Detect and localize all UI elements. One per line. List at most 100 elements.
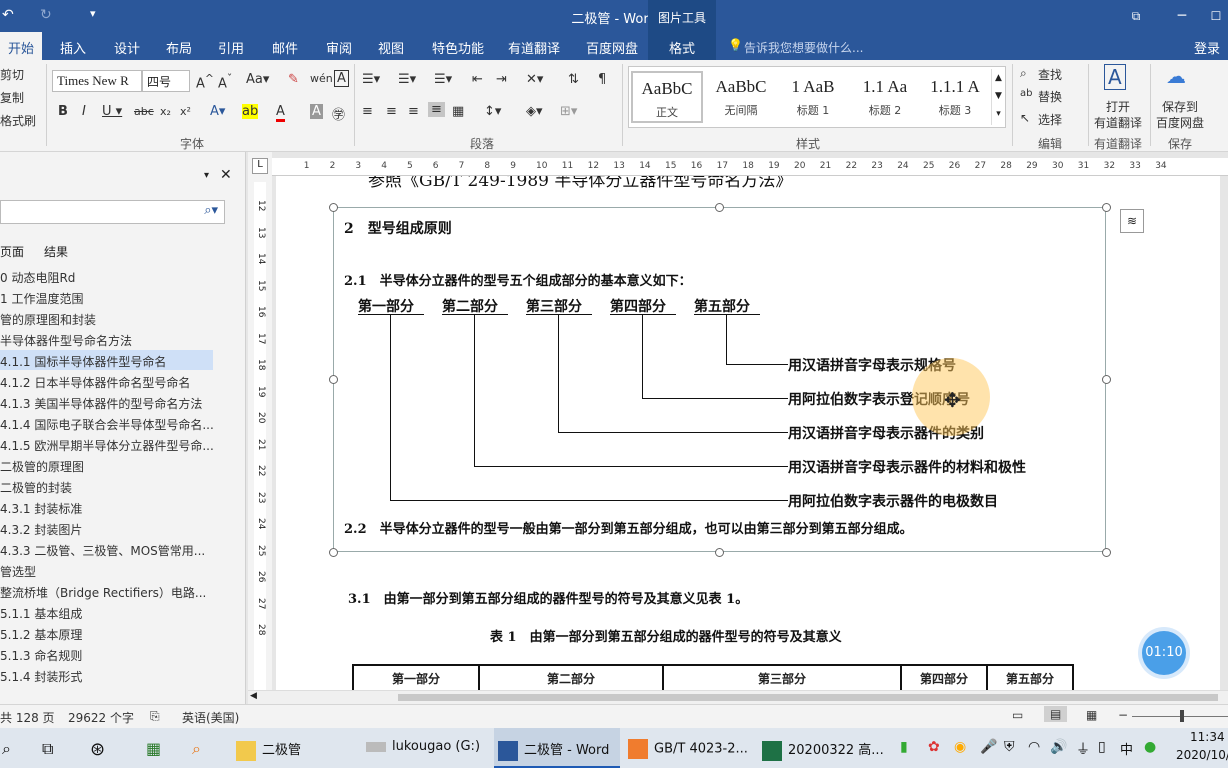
tab-mailings[interactable]: 邮件 [272, 38, 298, 57]
subscript-button[interactable]: x₂ [160, 105, 171, 118]
multilevel-list-icon[interactable]: ☰▾ [434, 72, 452, 87]
style-normal[interactable]: AaBbC 正文 [631, 71, 703, 123]
zoom-slider-thumb[interactable] [1180, 710, 1184, 722]
clock-date[interactable]: 2020/10/ [1176, 728, 1228, 768]
nav-close-icon[interactable]: ✕ [220, 167, 232, 183]
text-effects-icon[interactable]: A▾ [210, 104, 225, 119]
nav-heading-item[interactable]: 4.3.1 封装标准 [0, 497, 213, 517]
nav-heading-item[interactable]: 4.3.3 二极管、三极管、MOS管常用... [0, 539, 213, 559]
nav-heading-item[interactable]: 5.1.3 命名规则 [0, 644, 213, 664]
distributed-icon[interactable]: ▦ [452, 104, 464, 119]
nav-tab-results[interactable]: 结果 [44, 243, 68, 260]
nav-tab-pages[interactable]: 页面 [0, 243, 24, 260]
tab-features[interactable]: 特色功能 [432, 38, 484, 57]
sort-icon[interactable]: ⇅ [568, 72, 579, 87]
decrease-indent-icon[interactable]: ⇤ [472, 72, 483, 87]
line-spacing-icon[interactable]: ↕▾ [484, 104, 501, 119]
increase-indent-icon[interactable]: ⇥ [496, 72, 507, 87]
scroll-left-icon[interactable]: ◀ [250, 691, 257, 701]
resize-handle-n[interactable] [715, 203, 724, 212]
maximize-button[interactable]: ☐ [1196, 0, 1228, 32]
tab-review[interactable]: 审阅 [326, 38, 352, 57]
style-no-spacing[interactable]: AaBbC 无间隔 [705, 71, 777, 123]
nav-heading-item[interactable]: 1 工作温度范围 [0, 287, 213, 307]
recording-timer[interactable]: 01:10 [1142, 631, 1186, 675]
baidu-cloud-icon[interactable]: ☁ [1166, 64, 1186, 88]
align-right-icon[interactable]: ≡ [408, 104, 419, 119]
search-icon[interactable]: ⌕▾ [204, 203, 218, 218]
resize-handle-sw[interactable] [329, 548, 338, 557]
resize-handle-w[interactable] [329, 375, 338, 384]
layout-options-icon[interactable]: ≋ [1120, 209, 1144, 233]
tell-me-box[interactable]: 告诉我您想要做什么... [744, 39, 863, 56]
enclose-char-icon[interactable]: ㊫ [332, 104, 345, 123]
nav-options-icon[interactable]: ▾ [204, 170, 209, 181]
login-link[interactable]: 登录 [1194, 38, 1220, 57]
app-icon-1[interactable]: ⊛ [90, 728, 105, 768]
taskbar-excel[interactable]: 20200322 高... [762, 728, 884, 768]
highlight-icon[interactable]: ab [242, 104, 258, 119]
tray-battery-icon[interactable]: ▮ [900, 728, 908, 768]
nav-heading-item[interactable]: 管选型 [0, 560, 213, 580]
styles-scroll-icon[interactable]: ▲▼▾ [991, 69, 1005, 125]
bullets-icon[interactable]: ☰▾ [362, 72, 380, 87]
nav-heading-item[interactable]: 4.3.2 封装图片 [0, 518, 213, 538]
find-icon[interactable]: ⌕ [1020, 66, 1027, 81]
underline-button[interactable]: U ▾ [102, 104, 122, 119]
phonetic-guide-icon[interactable]: wén [310, 72, 333, 85]
taskbar-drive[interactable]: lukougao (G:) [366, 728, 480, 768]
tab-baidu[interactable]: 百度网盘 [586, 38, 638, 57]
tray-security-icon[interactable]: ⛨ [1004, 728, 1015, 768]
tab-selector[interactable]: L [252, 158, 268, 174]
show-marks-icon[interactable]: ¶ [598, 72, 606, 87]
nav-heading-item[interactable]: 半导体器件型号命名方法 [0, 329, 213, 349]
tray-volume-icon[interactable]: 🔊 [1050, 728, 1067, 768]
superscript-button[interactable]: x² [180, 105, 191, 118]
resize-handle-se[interactable] [1102, 548, 1111, 557]
format-painter-button[interactable]: 格式刷 [0, 112, 36, 129]
nav-search-input[interactable]: ⌕▾ [0, 200, 225, 224]
tab-design[interactable]: 设计 [114, 38, 140, 57]
read-mode-icon[interactable]: ▭ [1012, 708, 1023, 722]
proofing-icon[interactable]: ⎘ [150, 709, 160, 724]
calculator-icon[interactable]: ▦ [146, 728, 161, 768]
borders-icon[interactable]: ⊞▾ [560, 104, 577, 119]
justify-icon[interactable]: ≡ [428, 102, 445, 117]
select-button[interactable]: 选择 [1038, 111, 1062, 128]
select-icon[interactable]: ↖ [1020, 111, 1030, 125]
document-area[interactable]: 参照《GB/T 249-1989 半导体分立器件型号命名方法》 2 型号组成原则… [272, 176, 1228, 690]
clear-format-icon[interactable]: ✎ [288, 72, 299, 87]
selected-picture[interactable]: 2 型号组成原则 2.1 半导体分立器件的型号五个组成部分的基本意义如下： 第一… [333, 207, 1106, 552]
style-heading3[interactable]: 1.1.1 A 标题 3 [919, 71, 991, 123]
nav-heading-item[interactable]: 4.1.5 欧洲早期半导体分立器件型号命... [0, 434, 213, 454]
resize-handle-nw[interactable] [329, 203, 338, 212]
tab-youdao[interactable]: 有道翻译 [508, 38, 560, 57]
zoom-out-button[interactable]: − [1118, 708, 1128, 722]
align-left-icon[interactable]: ≡ [362, 104, 373, 119]
shrink-font-icon[interactable]: Aˇ [218, 72, 232, 91]
print-layout-icon[interactable]: ▤ [1044, 706, 1067, 722]
youdao-translate-icon[interactable]: A [1104, 64, 1126, 90]
nav-heading-item[interactable]: 管的原理图和封装 [0, 308, 213, 328]
nav-heading-item[interactable]: 4.1.2 日本半导体器件命名型号命名 [0, 371, 213, 391]
resize-handle-ne[interactable] [1102, 203, 1111, 212]
char-border-icon[interactable]: A [334, 70, 349, 87]
taskbar-pdf[interactable]: GB/T 4023-2... [628, 728, 748, 768]
chinese-layout-icon[interactable]: ✕▾ [526, 72, 543, 87]
tab-format[interactable]: 格式 [648, 32, 716, 60]
tab-view[interactable]: 视图 [378, 38, 404, 57]
font-name-box[interactable]: Times New R [52, 70, 142, 92]
style-heading2[interactable]: 1.1 Aa 标题 2 [849, 71, 921, 123]
tab-home[interactable]: 开始 [0, 32, 42, 60]
nav-heading-item[interactable]: 4.1.3 美国半导体器件的型号命名方法 [0, 392, 213, 412]
replace-button[interactable]: 替换 [1038, 88, 1062, 105]
cut-button[interactable]: 剪切 [0, 66, 24, 83]
ribbon-display-options-icon[interactable]: ⧉ [1116, 0, 1156, 32]
nav-heading-item[interactable]: 5.1.4 封装形式 [0, 665, 213, 685]
search-icon[interactable]: ⌕ [2, 728, 11, 768]
nav-heading-item[interactable]: 0 动态电阻Rd [0, 266, 213, 286]
italic-button[interactable]: I [82, 104, 86, 119]
scroll-thumb[interactable] [398, 694, 1218, 701]
shading-icon[interactable]: ◈▾ [526, 104, 543, 119]
taskbar-explorer[interactable]: 二极管 [236, 728, 301, 768]
